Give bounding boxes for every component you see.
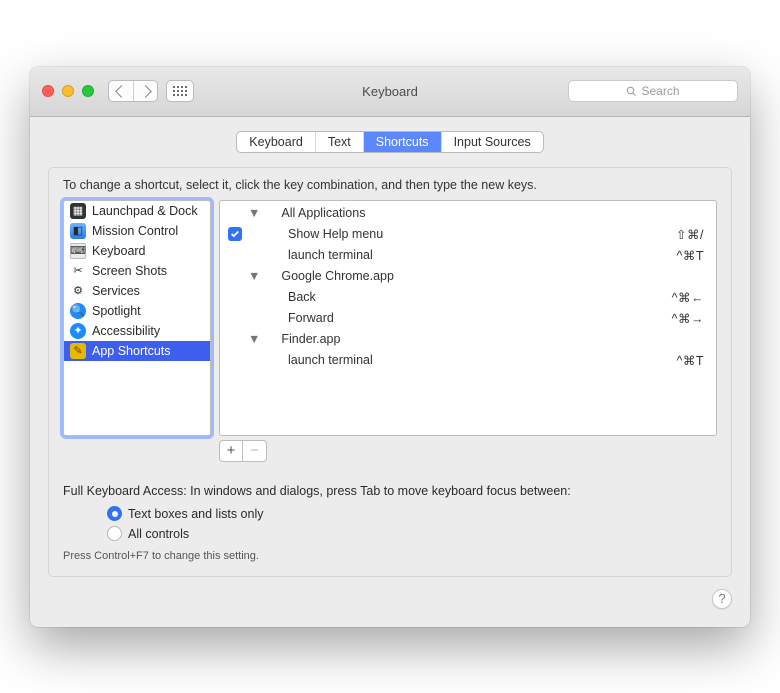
checkbox-icon[interactable] (228, 227, 242, 241)
back-button[interactable] (109, 81, 133, 101)
minimize-button[interactable] (62, 85, 74, 97)
fka-option-textboxes[interactable]: Text boxes and lists only (107, 504, 717, 524)
category-label: Accessibility (92, 324, 160, 338)
key-combo: ^⌘→ (672, 311, 708, 326)
category-keyboard[interactable]: ⌨ Keyboard (64, 241, 210, 261)
spotlight-icon: 🔍 (70, 303, 86, 319)
category-screenshots[interactable]: ✂ Screen Shots (64, 261, 210, 281)
panes: ▦ Launchpad & Dock ◧ Mission Control ⌨ K… (63, 200, 717, 436)
launchpad-icon: ▦ (70, 203, 86, 219)
shortcut-chrome-back[interactable]: Back ^⌘← (222, 287, 708, 308)
keyboard-icon: ⌨ (70, 243, 86, 259)
remove-button[interactable]: − (243, 440, 267, 462)
shortcut-show-help[interactable]: Show Help menu ⇧⌘/ (222, 224, 708, 245)
add-remove-controls: + − (219, 440, 717, 462)
app-shortcuts-icon: ✎ (70, 343, 86, 359)
category-spotlight[interactable]: 🔍 Spotlight (64, 301, 210, 321)
tab-row: Keyboard Text Shortcuts Input Sources (48, 131, 732, 153)
zoom-button[interactable] (82, 85, 94, 97)
disclosure-triangle-icon[interactable]: ▼ (248, 206, 260, 220)
toolbar: Keyboard Search (30, 67, 750, 117)
shortcuts-panel: To change a shortcut, select it, click t… (48, 167, 732, 577)
add-button[interactable]: + (219, 440, 243, 462)
key-combo: ⇧⌘/ (676, 227, 708, 242)
category-launchpad-dock[interactable]: ▦ Launchpad & Dock (64, 201, 210, 221)
chevron-right-icon (139, 85, 152, 98)
help-button[interactable]: ? (712, 589, 732, 609)
traffic-lights (42, 85, 94, 97)
category-mission-control[interactable]: ◧ Mission Control (64, 221, 210, 241)
search-icon (626, 86, 637, 97)
fka-hint: Press Control+F7 to change this setting. (63, 550, 717, 562)
category-app-shortcuts[interactable]: ✎ App Shortcuts (64, 341, 210, 361)
accessibility-icon: ✦ (70, 323, 86, 339)
full-keyboard-access: Full Keyboard Access: In windows and dia… (63, 484, 717, 562)
mission-control-icon: ◧ (70, 223, 86, 239)
tab-keyboard[interactable]: Keyboard (237, 132, 315, 152)
tab-text[interactable]: Text (315, 132, 363, 152)
disclosure-triangle-icon[interactable]: ▼ (248, 269, 260, 283)
forward-button[interactable] (133, 81, 157, 101)
category-label: Launchpad & Dock (92, 204, 198, 218)
category-services[interactable]: ⚙ Services (64, 281, 210, 301)
key-combo: ^⌘T (676, 353, 708, 368)
grid-icon (173, 86, 188, 97)
category-accessibility[interactable]: ✦ Accessibility (64, 321, 210, 341)
group-all-applications[interactable]: ▼ All Applications (222, 203, 708, 224)
search-field[interactable]: Search (568, 80, 738, 102)
key-combo: ^⌘T (676, 248, 708, 263)
radio-icon[interactable] (107, 526, 122, 541)
tab-bar: Keyboard Text Shortcuts Input Sources (236, 131, 543, 153)
tab-input-sources[interactable]: Input Sources (441, 132, 543, 152)
disclosure-triangle-icon[interactable]: ▼ (248, 332, 260, 346)
category-label: Keyboard (92, 244, 146, 258)
keyboard-prefs-window: Keyboard Search Keyboard Text Shortcuts … (30, 67, 750, 627)
fka-intro: Full Keyboard Access: In windows and dia… (63, 484, 571, 498)
content-area: Keyboard Text Shortcuts Input Sources To… (30, 117, 750, 627)
fka-option-allcontrols[interactable]: All controls (107, 524, 717, 544)
category-list[interactable]: ▦ Launchpad & Dock ◧ Mission Control ⌨ K… (63, 200, 211, 436)
scissors-icon: ✂ (70, 263, 86, 279)
chevron-left-icon (115, 85, 128, 98)
show-all-button[interactable] (166, 80, 194, 102)
key-combo: ^⌘← (672, 290, 708, 305)
gear-icon: ⚙ (70, 283, 86, 299)
category-label: App Shortcuts (92, 344, 171, 358)
radio-icon[interactable] (107, 506, 122, 521)
category-label: Screen Shots (92, 264, 167, 278)
tab-shortcuts[interactable]: Shortcuts (363, 132, 441, 152)
group-google-chrome[interactable]: ▼ Google Chrome.app (222, 266, 708, 287)
instruction-text: To change a shortcut, select it, click t… (63, 178, 717, 192)
category-label: Spotlight (92, 304, 141, 318)
category-label: Services (92, 284, 140, 298)
nav-buttons (108, 80, 158, 102)
close-button[interactable] (42, 85, 54, 97)
search-placeholder: Search (641, 84, 679, 98)
fka-option-label: Text boxes and lists only (128, 507, 264, 521)
shortcut-launch-terminal-all[interactable]: launch terminal ^⌘T (222, 245, 708, 266)
fka-option-label: All controls (128, 527, 189, 541)
category-label: Mission Control (92, 224, 178, 238)
shortcut-detail[interactable]: ▼ All Applications Show Help menu ⇧⌘/ la… (219, 200, 717, 436)
shortcut-chrome-forward[interactable]: Forward ^⌘→ (222, 308, 708, 329)
group-finder[interactable]: ▼ Finder.app (222, 329, 708, 350)
shortcut-finder-launch-terminal[interactable]: launch terminal ^⌘T (222, 350, 708, 371)
